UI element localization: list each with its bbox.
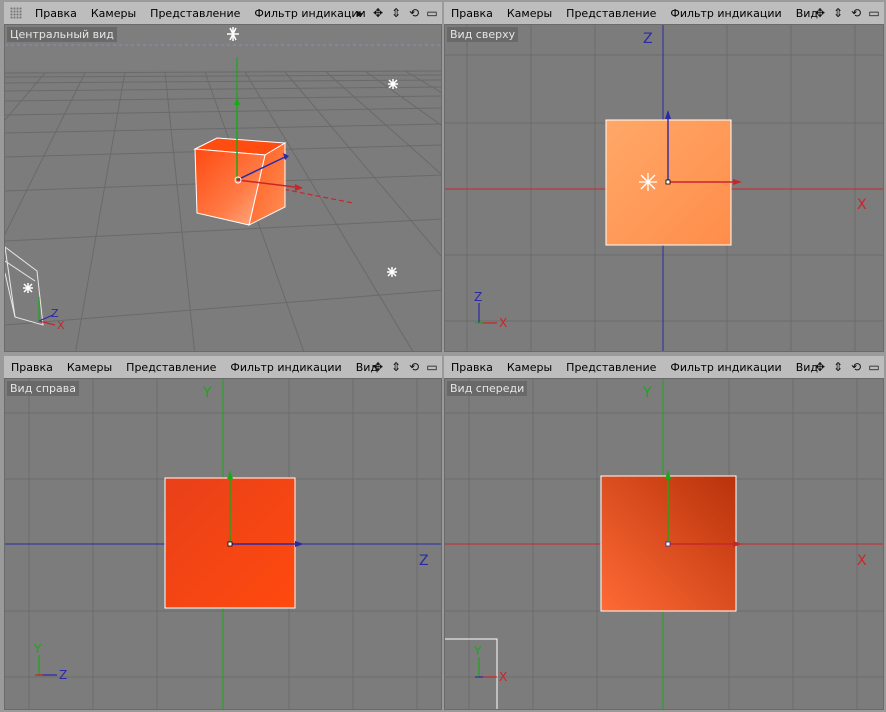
menu-filter[interactable]: Фильтр индикации: [663, 361, 788, 374]
pane-right: Правка Камеры Представление Фильтр индик…: [4, 356, 442, 710]
zoom-view-icon[interactable]: ⇕: [830, 359, 846, 375]
move-view-icon[interactable]: ✥: [812, 359, 828, 375]
pane-front: Правка Камеры Представление Фильтр индик…: [444, 356, 884, 710]
mini-axis-y: Y: [33, 642, 42, 656]
axis-label-z: Z: [419, 553, 429, 569]
viewport-label-right: Вид справа: [7, 381, 79, 396]
maximize-view-icon[interactable]: ▭: [424, 5, 440, 21]
mini-axis-x: X: [499, 670, 507, 684]
menu-display[interactable]: Представление: [559, 7, 663, 20]
right-view-scene: Z Y Y Z: [5, 379, 441, 709]
menu-filter[interactable]: Фильтр индикации: [663, 7, 788, 20]
drag-grip-icon[interactable]: [10, 7, 22, 19]
menu-edit[interactable]: Правка: [444, 7, 500, 20]
zoom-view-icon[interactable]: ⇕: [830, 5, 846, 21]
viewport-top[interactable]: X Z Z X Вид сверху: [444, 24, 884, 352]
perspective-scene: Z X: [5, 25, 441, 351]
move-view-icon[interactable]: ✥: [812, 5, 828, 21]
top-view-scene: X Z Z X: [445, 25, 883, 351]
mini-axis-y: Y: [473, 644, 482, 658]
viewport-perspective[interactable]: Z X Центральный вид: [4, 24, 442, 352]
mini-axis-x: X: [499, 316, 507, 330]
menu-edit[interactable]: Правка: [28, 7, 84, 20]
menubar-top: Правка Камеры Представление Фильтр индик…: [444, 2, 884, 25]
menu-display[interactable]: Представление: [119, 361, 223, 374]
menu-cameras[interactable]: Камеры: [500, 361, 559, 374]
menu-display[interactable]: Представление: [559, 361, 663, 374]
axis-label-y: Y: [202, 385, 212, 401]
perspective-x-label: X: [57, 319, 65, 332]
viewport-label-top: Вид сверху: [447, 27, 519, 42]
menubar-front: Правка Камеры Представление Фильтр индик…: [444, 356, 884, 379]
front-view-scene: X Y Y X: [445, 379, 883, 709]
zoom-view-icon[interactable]: ⇕: [388, 359, 404, 375]
axis-label-y: Y: [642, 385, 652, 401]
move-view-icon[interactable]: ✥: [370, 359, 386, 375]
maximize-view-icon[interactable]: ▭: [866, 359, 882, 375]
zoom-view-icon[interactable]: ⇕: [388, 5, 404, 21]
viewport-label-front: Вид спереди: [447, 381, 528, 396]
menu-filter[interactable]: Фильтр индикации: [223, 361, 348, 374]
pane-perspective: Правка Камеры Представление Фильтр индик…: [4, 2, 442, 352]
pane-top: Правка Камеры Представление Фильтр индик…: [444, 2, 884, 352]
move-view-icon[interactable]: ✥: [370, 5, 386, 21]
maximize-view-icon[interactable]: ▭: [866, 5, 882, 21]
viewport-front[interactable]: X Y Y X Вид спереди: [444, 378, 884, 710]
rotate-view-icon[interactable]: ⟲: [848, 5, 864, 21]
menu-cameras[interactable]: Камеры: [60, 361, 119, 374]
rotate-view-icon[interactable]: ⟲: [406, 5, 422, 21]
expand-arrow-icon[interactable]: ▸: [352, 5, 368, 21]
menu-edit[interactable]: Правка: [4, 361, 60, 374]
menubar-right: Правка Камеры Представление Фильтр индик…: [4, 356, 442, 379]
axis-label-z: Z: [643, 31, 653, 47]
menu-cameras[interactable]: Камеры: [500, 7, 559, 20]
menu-cameras[interactable]: Камеры: [84, 7, 143, 20]
mini-axis-z: Z: [59, 668, 67, 682]
menu-edit[interactable]: Правка: [444, 361, 500, 374]
menu-display[interactable]: Представление: [143, 7, 247, 20]
axis-label-x: X: [857, 553, 867, 569]
rotate-view-icon[interactable]: ⟲: [406, 359, 422, 375]
viewport-label-perspective: Центральный вид: [7, 27, 117, 42]
menubar-perspective: Правка Камеры Представление Фильтр индик…: [4, 2, 442, 25]
rotate-view-icon[interactable]: ⟲: [848, 359, 864, 375]
mini-axis-z: Z: [474, 290, 482, 304]
axis-label-x: X: [857, 197, 867, 213]
viewport-right[interactable]: Z Y Y Z Вид справа: [4, 378, 442, 710]
maximize-view-icon[interactable]: ▭: [424, 359, 440, 375]
